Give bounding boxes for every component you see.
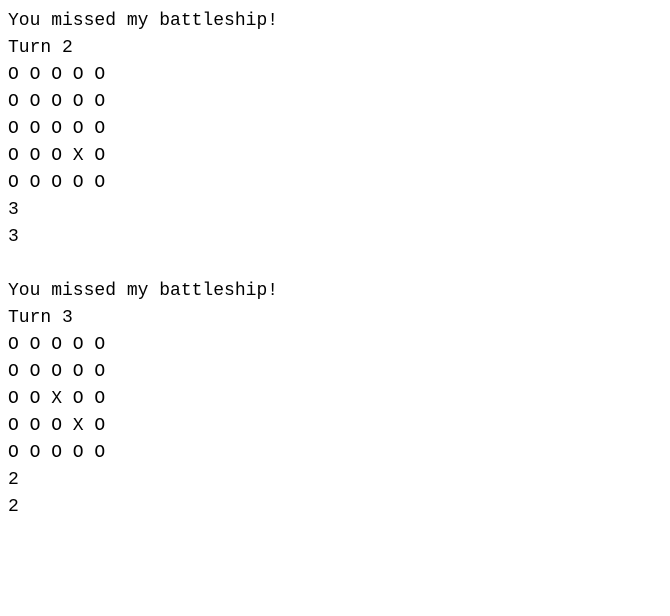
grid-row-1-0: O O O O O: [8, 335, 105, 355]
grid-row-0-4: O O O O O: [8, 173, 105, 193]
coord2-0: 3: [8, 227, 19, 247]
grid-row-1-1: O O O O O: [8, 362, 105, 382]
grid-row-1-4: O O O O O: [8, 443, 105, 463]
coord2-1: 2: [8, 497, 19, 517]
turn-label-0: Turn 2: [8, 38, 73, 58]
miss-message-1: You missed my battleship!: [8, 281, 278, 301]
grid-row-0-1: O O O O O: [8, 92, 105, 112]
grid-row-0-3: O O O X O: [8, 146, 105, 166]
grid-row-1-2: O O X O O: [8, 389, 105, 409]
coord1-0: 3: [8, 200, 19, 220]
grid-row-0-2: O O O O O: [8, 119, 105, 139]
coord1-1: 2: [8, 470, 19, 490]
turn-label-1: Turn 3: [8, 308, 73, 328]
miss-message-0: You missed my battleship!: [8, 11, 278, 31]
grid-row-0-0: O O O O O: [8, 65, 105, 85]
grid-row-1-3: O O O X O: [8, 416, 105, 436]
game-output: You missed my battleship! Turn 2 O O O O…: [8, 8, 662, 548]
